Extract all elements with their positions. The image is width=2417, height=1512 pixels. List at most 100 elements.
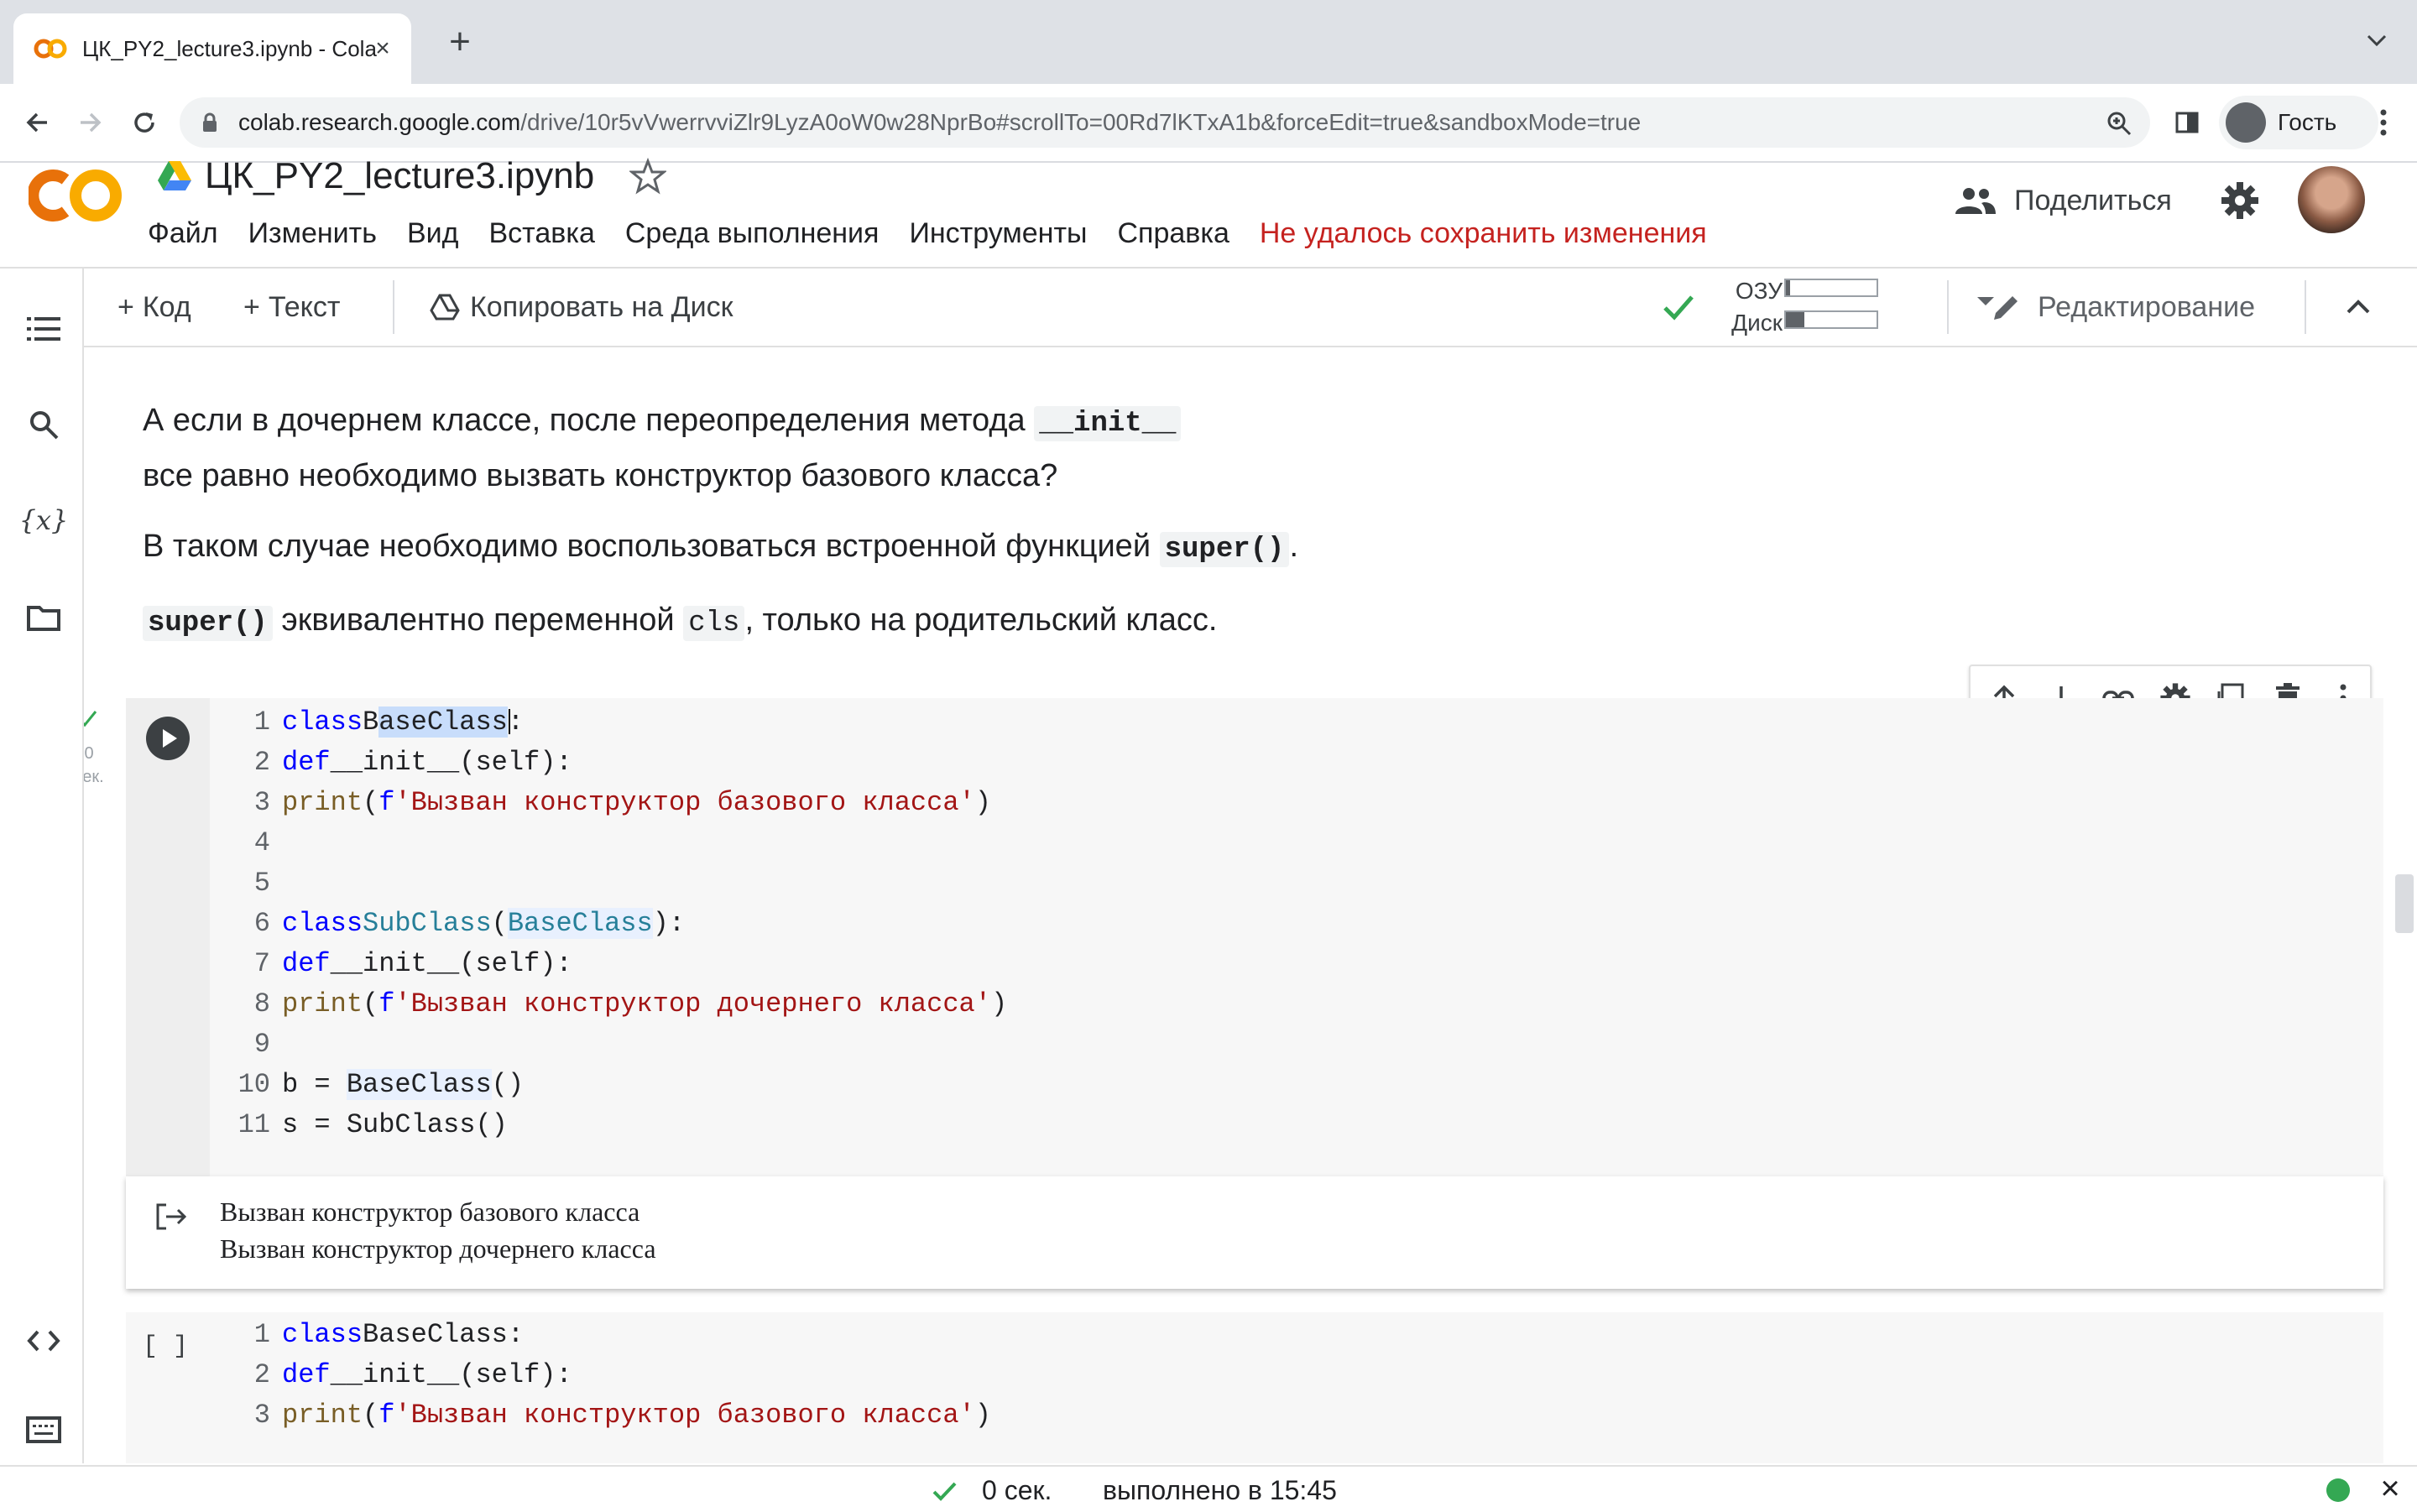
line-number: 9 — [253, 1028, 270, 1060]
code-token: ) — [974, 1399, 991, 1431]
code-token: __init__(self): — [330, 1358, 572, 1390]
add-code-button[interactable]: + Код — [117, 289, 191, 326]
profile-chip[interactable]: Гость — [2219, 96, 2378, 149]
toolbar-divider — [1947, 280, 1949, 334]
code-snippets-icon[interactable] — [25, 1322, 62, 1359]
line-number: 3 — [253, 1399, 270, 1431]
menu-help[interactable]: Справка — [1117, 217, 1229, 250]
code-line: 1 class BaseClass: — [210, 1314, 524, 1354]
code-token: ): — [652, 907, 686, 939]
status-completed-at: выполнено в 15:45 — [1103, 1475, 1337, 1505]
status-bar: 0 сек. выполнено в 15:45 × — [0, 1465, 2417, 1512]
inline-code: __init__ — [1034, 406, 1182, 441]
zoom-icon[interactable] — [2105, 109, 2133, 138]
url-omnibox[interactable]: colab.research.google.com/drive/10r5vVwe… — [180, 97, 2150, 148]
code-editor[interactable]: 1 class BaseClass: 2 def __init__(self): … — [210, 698, 2383, 1176]
lock-icon — [203, 112, 217, 132]
reload-icon[interactable] — [124, 102, 164, 143]
menu-edit[interactable]: Изменить — [248, 217, 377, 250]
line-number: 4 — [253, 826, 270, 858]
gear-icon[interactable] — [2219, 180, 2261, 222]
code-token: ( — [363, 786, 379, 818]
line-number: 3 — [253, 786, 270, 818]
text-span: , только на родительский класс. — [744, 602, 1218, 638]
variables-icon[interactable]: {x} — [19, 502, 69, 539]
url-path: /drive/10r5vVwerrvviZlr9LyzA0oW0w28NprBo… — [520, 109, 1642, 135]
colab-favicon-icon — [34, 32, 67, 65]
back-arrow-icon[interactable] — [17, 102, 57, 143]
highlighted-code-token: BaseClass — [346, 1068, 492, 1100]
code-token: __init__(self): — [330, 947, 572, 979]
colab-logo[interactable] — [27, 164, 129, 227]
line-number: 11 — [238, 1108, 270, 1140]
disk-label: Диск — [1731, 310, 1783, 336]
close-icon[interactable]: × — [2375, 1472, 2405, 1505]
text-span: эквивалентно переменной — [281, 602, 675, 638]
tab-title: ЦК_PY2_lecture3.ipynb - Cola — [82, 35, 377, 61]
star-icon[interactable] — [629, 158, 667, 195]
inline-code: super() — [1159, 532, 1290, 567]
edit-mode-button[interactable]: Редактирование — [1991, 289, 2255, 326]
output-redirect-icon[interactable] — [154, 1200, 188, 1233]
add-text-button[interactable]: + Текст — [243, 289, 340, 326]
output-text: Вызван конструктор базового класса Вызва… — [220, 1197, 656, 1264]
add-text-label: Текст — [268, 290, 341, 323]
code-cell[interactable]: 0сек. 1class BaseClass: 2 def __init__(s… — [84, 698, 2383, 1319]
code-line: 4 — [210, 822, 282, 863]
code-token: print — [282, 786, 363, 818]
runtime-status-dot[interactable] — [2326, 1478, 2350, 1502]
notebook-title[interactable]: ЦК_PY2_lecture3.ipynb — [205, 155, 594, 197]
code-token: : — [507, 1318, 525, 1350]
drive-outline-icon — [430, 294, 460, 321]
code-cell[interactable]: [ ] 1 class BaseClass: 2 def __init__(sel… — [126, 1312, 2383, 1463]
execution-success-icon — [84, 711, 97, 727]
folder-icon[interactable] — [25, 599, 62, 636]
line-number: 6 — [253, 907, 270, 939]
chevron-down-icon[interactable] — [2362, 25, 2392, 55]
copy-to-drive-button[interactable]: Копировать на Диск — [430, 289, 733, 326]
menu-tools[interactable]: Инструменты — [909, 217, 1087, 250]
markdown-cell[interactable]: А если в дочернем классе, после переопре… — [143, 394, 2241, 649]
plus-icon: + — [117, 290, 134, 323]
browser-menu-icon[interactable] — [2363, 102, 2404, 143]
code-editor[interactable]: 1 class BaseClass: 2 def __init__(self): … — [210, 1312, 2383, 1463]
line-number: 2 — [253, 1358, 270, 1390]
resource-labels[interactable]: ОЗУ Диск — [1707, 275, 1783, 339]
code-token: BaseClass — [363, 1318, 508, 1350]
command-palette-icon[interactable] — [25, 1411, 62, 1448]
code-token: ) — [990, 988, 1008, 1019]
share-label: Поделиться — [2014, 184, 2172, 216]
side-panel-icon[interactable] — [2167, 102, 2207, 143]
code-token: print — [282, 988, 363, 1019]
new-tab-button[interactable]: + — [436, 18, 483, 65]
chevron-up-icon[interactable] — [2340, 289, 2377, 326]
code-token: __init__(self): — [330, 746, 572, 778]
code-token: class — [282, 907, 363, 939]
menu-insert[interactable]: Вставка — [488, 217, 594, 250]
vertical-scrollbar[interactable] — [2392, 347, 2417, 1463]
code-line: 9 — [210, 1024, 282, 1064]
code-line: 2 def __init__(self): — [210, 1354, 572, 1395]
menu-file[interactable]: Файл — [148, 217, 218, 250]
search-icon[interactable] — [25, 406, 62, 443]
code-token: 'Вызван конструктор базового класса' — [394, 786, 975, 818]
forward-arrow-icon[interactable] — [70, 102, 111, 143]
table-of-contents-icon[interactable] — [25, 310, 62, 347]
menu-view[interactable]: Вид — [407, 217, 459, 250]
code-line: 10 b = BaseClass() — [210, 1064, 524, 1104]
browser-tab[interactable]: ЦК_PY2_lecture3.ipynb - Cola × — [13, 13, 411, 84]
run-cell-button[interactable] — [146, 717, 190, 760]
save-error-message[interactable]: Не удалось сохранить изменения — [1260, 217, 1707, 250]
user-avatar[interactable] — [2298, 166, 2365, 233]
ram-usage-fill — [1786, 280, 1791, 295]
left-sidebar: {x} — [0, 269, 84, 1463]
notebook-content[interactable]: А если в дочернем классе, после переопре… — [84, 347, 2392, 1463]
menu-runtime[interactable]: Среда выполнения — [625, 217, 880, 250]
share-button[interactable]: Поделиться — [1954, 178, 2172, 223]
execution-count-bracket[interactable]: [ ] — [143, 1332, 188, 1361]
code-token: 'Вызван конструктор базового класса' — [394, 1399, 975, 1431]
tab-close-icon[interactable]: × — [369, 35, 396, 62]
edit-mode-label: Редактирование — [2038, 290, 2256, 323]
execution-time: 0 сек. — [84, 742, 112, 789]
scrollbar-thumb[interactable] — [2395, 874, 2414, 933]
